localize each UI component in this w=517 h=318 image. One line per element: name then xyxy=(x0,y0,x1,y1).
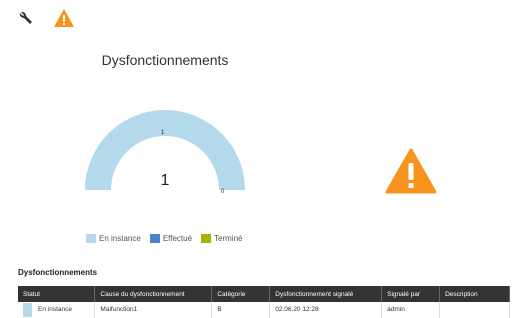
reported-date-cell: 02.06.20 12:28 xyxy=(269,302,383,318)
legend-item-effectue[interactable]: Effectué xyxy=(149,234,193,243)
legend-label: En instance xyxy=(99,234,141,243)
warning-icon xyxy=(385,148,437,194)
gauge-max-label: 1 xyxy=(161,130,165,136)
wrench-icon[interactable] xyxy=(18,10,34,26)
legend-swatch xyxy=(86,234,96,243)
category-cell: B xyxy=(211,302,271,318)
legend-label: Terminé xyxy=(214,234,243,243)
toolbar xyxy=(18,8,88,30)
table-row[interactable]: En instance Malfunction1 B 02.06.20 12:2… xyxy=(18,302,510,318)
cause-cell: Malfunction1 xyxy=(94,302,213,318)
section-title: Dysfonctionnements xyxy=(18,268,98,277)
legend-swatch xyxy=(149,234,160,243)
column-header[interactable]: Catégorie xyxy=(211,286,271,302)
status-label: En instance xyxy=(38,306,72,314)
status-swatch xyxy=(23,302,32,317)
column-header[interactable]: Description xyxy=(439,286,510,302)
malfunction-table: Statut Cause du dysfonctionnement Catégo… xyxy=(18,286,510,318)
column-header[interactable]: Statut xyxy=(18,286,96,302)
reported-by-cell: admin xyxy=(381,302,441,318)
column-header[interactable]: Cause du dysfonctionnement xyxy=(94,286,213,302)
status-cell: En instance xyxy=(18,302,96,318)
legend-item-termine[interactable]: Terminé xyxy=(201,234,242,243)
table-header-row: Statut Cause du dysfonctionnement Catégo… xyxy=(18,286,510,302)
legend-swatch xyxy=(201,234,212,243)
chart-title: Dysfonctionnements xyxy=(101,52,229,68)
chart-legend: En instance Effectué Terminé xyxy=(86,234,242,243)
description-cell xyxy=(439,302,510,318)
legend-item-en-instance[interactable]: En instance xyxy=(86,234,141,243)
column-header[interactable]: Signalé par xyxy=(381,286,441,302)
gauge-min-label: 0 xyxy=(221,189,225,195)
warning-icon[interactable] xyxy=(53,8,75,28)
gauge-value: 1 xyxy=(160,172,170,189)
legend-label: Effectué xyxy=(162,234,193,243)
column-header[interactable]: Dysfonctionnement signalé xyxy=(269,286,383,302)
